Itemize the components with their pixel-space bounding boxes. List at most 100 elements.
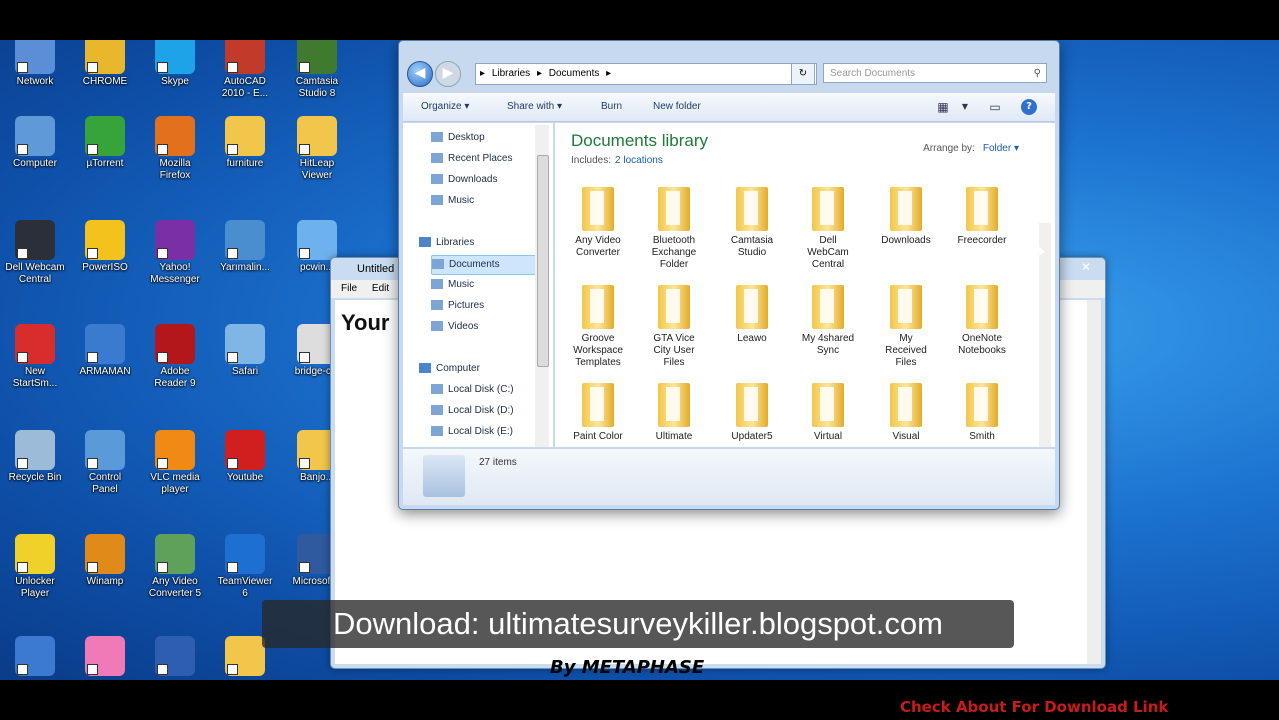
folder-item[interactable]: My Received Files xyxy=(869,285,943,369)
nav-item[interactable]: Videos xyxy=(431,318,478,336)
nav-item-label: Music xyxy=(448,279,475,290)
burn-button[interactable]: Burn xyxy=(601,93,622,121)
desktop-shortcut[interactable]: VLC media player xyxy=(142,430,208,496)
folder-item[interactable]: Paint Color xyxy=(561,383,635,443)
folder-item[interactable]: Leawo xyxy=(715,285,789,345)
desktop-shortcut[interactable]: ARMAMAN xyxy=(72,324,138,378)
folder-item[interactable]: Virtual xyxy=(791,383,865,443)
desktop-shortcut[interactable] xyxy=(142,636,208,678)
desktop-shortcut[interactable]: Skype xyxy=(142,40,208,88)
nav-item-label: Computer xyxy=(436,363,480,374)
nav-scrollbar[interactable] xyxy=(535,125,549,447)
notepad-scrollbar[interactable] xyxy=(1087,300,1101,664)
notepad-text: Your xyxy=(341,310,390,335)
breadcrumb-documents[interactable]: Documents xyxy=(549,68,600,79)
desktop-shortcut[interactable]: Dell Webcam Central xyxy=(2,220,68,286)
folder-label: Bluetooth Exchange Folder xyxy=(651,235,697,270)
folder-item[interactable]: Smith xyxy=(945,383,1019,443)
folder-icon xyxy=(582,383,614,427)
desktop-shortcut[interactable]: PowerISO xyxy=(72,220,138,274)
desktop-shortcut[interactable]: CHROME xyxy=(72,40,138,88)
folder-item[interactable]: Ultimate xyxy=(637,383,711,443)
nav-item[interactable]: Libraries xyxy=(419,234,474,252)
nav-item-label: Local Disk (C:) xyxy=(448,384,514,395)
menu-edit[interactable]: Edit xyxy=(372,283,389,294)
folder-item[interactable]: OneNote Notebooks xyxy=(945,285,1019,357)
desktop-shortcut[interactable]: Unlocker Player xyxy=(2,534,68,600)
nav-item[interactable]: Local Disk (E:) xyxy=(431,423,513,441)
nav-item[interactable]: Downloads xyxy=(431,171,497,189)
folder-item[interactable]: Bluetooth Exchange Folder xyxy=(637,187,711,271)
folder-item[interactable]: My 4shared Sync xyxy=(791,285,865,357)
desktop-shortcut[interactable]: Mozilla Firefox xyxy=(142,116,208,182)
breadcrumb-libraries[interactable]: Libraries xyxy=(492,68,530,79)
folder-item[interactable]: Camtasia Studio xyxy=(715,187,789,259)
desktop-shortcut[interactable]: furniture xyxy=(212,116,278,170)
includes-locations-link[interactable]: 2 locations xyxy=(615,155,663,166)
desktop-shortcut[interactable]: Control Panel xyxy=(72,430,138,496)
desktop-shortcut[interactable]: Winamp xyxy=(72,534,138,588)
nav-item[interactable]: Local Disk (C:) xyxy=(431,381,514,399)
nav-item[interactable]: Recent Places xyxy=(431,150,512,168)
desktop-shortcut[interactable]: New StartSm... xyxy=(2,324,68,390)
nav-item[interactable]: CD Drive (G:) xyxy=(431,444,509,447)
folder-item[interactable]: Any Video Converter xyxy=(561,187,635,259)
desktop-shortcut[interactable]: TeamViewer 6 xyxy=(212,534,278,600)
desktop-shortcut[interactable]: Network xyxy=(2,40,68,88)
desktop-shortcut[interactable]: HitLeap Viewer xyxy=(284,116,350,182)
back-arrow-icon[interactable]: ◀ xyxy=(407,61,433,87)
arrange-dropdown[interactable]: Folder ▾ xyxy=(983,143,1019,154)
desktop-shortcut[interactable] xyxy=(72,636,138,678)
desktop-shortcut[interactable]: Youtube xyxy=(212,430,278,484)
folder-item[interactable]: GTA Vice City User Files xyxy=(637,285,711,369)
desktop-shortcut[interactable]: Camtasia Studio 8 xyxy=(284,40,350,100)
new-folder-button[interactable]: New folder xyxy=(653,93,701,121)
nav-item-icon xyxy=(431,174,443,185)
address-bar[interactable]: ▸ Libraries ▸ Documents ▸ ▼ xyxy=(475,63,817,85)
search-icon[interactable]: ⚲ xyxy=(1034,64,1041,84)
share-with-button[interactable]: Share with ▾ xyxy=(507,93,562,121)
desktop-shortcut[interactable]: Recycle Bin xyxy=(2,430,68,484)
desktop-shortcut[interactable]: Yahoo! Messenger xyxy=(142,220,208,286)
nav-item[interactable]: Local Disk (D:) xyxy=(431,402,514,420)
folder-item[interactable]: Freecorder xyxy=(945,187,1019,247)
letterbox-top xyxy=(0,0,1279,40)
desktop-shortcut[interactable]: Computer xyxy=(2,116,68,170)
folder-item[interactable]: Groove Workspace Templates xyxy=(561,285,635,369)
desktop-shortcut[interactable]: µTorrent xyxy=(72,116,138,170)
folder-item[interactable]: Dell WebCam Central xyxy=(791,187,865,271)
pcwin-icon xyxy=(297,220,337,260)
computer-icon xyxy=(15,116,55,156)
nav-item-label: Local Disk (E:) xyxy=(448,426,514,437)
close-icon[interactable]: ✕ xyxy=(1081,260,1091,274)
desktop-shortcut[interactable]: AutoCAD 2010 - E... xyxy=(212,40,278,100)
search-input[interactable]: Search Documents ⚲ xyxy=(823,63,1047,83)
help-icon[interactable]: ? xyxy=(1021,99,1037,115)
folder-item[interactable]: Downloads xyxy=(869,187,943,247)
nav-scroll-thumb[interactable] xyxy=(537,155,549,367)
chevron-down-icon[interactable]: ▼ xyxy=(957,99,973,115)
nav-item[interactable]: Pictures xyxy=(431,297,484,315)
desktop-shortcut[interactable]: Any Video Converter 5 xyxy=(142,534,208,600)
menu-file[interactable]: File xyxy=(341,283,357,294)
organize-button[interactable]: Organize ▾ xyxy=(421,93,469,121)
nav-item[interactable]: Music xyxy=(431,276,474,294)
nav-item[interactable]: Computer xyxy=(419,360,480,378)
nav-item[interactable]: Desktop xyxy=(431,129,485,147)
nav-item[interactable]: Music xyxy=(431,192,474,210)
nav-item-icon xyxy=(419,237,431,248)
preview-pane-icon[interactable]: ▭ xyxy=(987,99,1003,115)
content-scrollbar[interactable] xyxy=(1039,223,1051,447)
nav-item-icon xyxy=(431,153,443,164)
nav-item-label: Documents xyxy=(449,259,500,270)
desktop-shortcut[interactable]: Yarımalin... xyxy=(212,220,278,274)
desktop-shortcut[interactable]: Safari xyxy=(212,324,278,378)
folder-item[interactable]: Visual xyxy=(869,383,943,443)
forward-arrow-icon[interactable]: ▶ xyxy=(435,61,461,87)
view-options-icon[interactable]: ▦ xyxy=(935,99,951,115)
nav-item[interactable]: Documents xyxy=(431,255,547,275)
desktop-shortcut[interactable] xyxy=(2,636,68,678)
desktop-shortcut[interactable]: Adobe Reader 9 xyxy=(142,324,208,390)
refresh-icon[interactable]: ↻ xyxy=(791,63,815,85)
folder-item[interactable]: Updater5 xyxy=(715,383,789,443)
